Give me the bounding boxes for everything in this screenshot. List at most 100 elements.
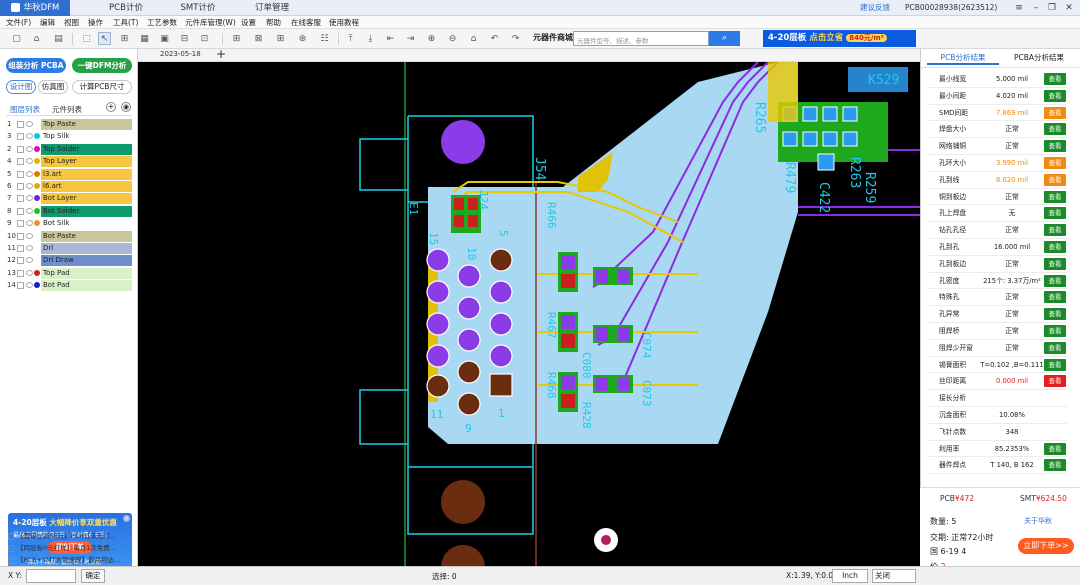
layer-row[interactable]: 8 Bot Solder	[6, 205, 132, 217]
unit-select[interactable]: Inch	[832, 569, 868, 583]
undo-icon[interactable]: ↶	[488, 32, 501, 45]
eye-icon[interactable]	[26, 158, 33, 165]
close-ad-icon[interactable]: ×	[123, 515, 130, 522]
measure-icon[interactable]: ⊞	[118, 32, 131, 45]
layer-checkbox[interactable]	[17, 269, 24, 277]
layer-checkbox[interactable]	[17, 170, 24, 178]
menu-help[interactable]: 帮助	[266, 16, 281, 29]
promo-item[interactable]: 【PCB+SMT大额返现】最高可达...	[8, 555, 132, 566]
pad-icon[interactable]: ⊞	[274, 32, 287, 45]
eye-icon[interactable]	[26, 257, 33, 264]
view-button[interactable]: 查看	[1044, 173, 1066, 186]
pcb-canvas[interactable]: J54 R479 R259 R263 C422 K529 R265 11 9 1…	[138, 61, 920, 585]
promo-item[interactable]: 【四层板0元打样】每月1次免费...	[8, 543, 132, 554]
zoom-in-icon[interactable]: ⊕	[425, 32, 438, 45]
layer-checkbox[interactable]	[17, 257, 24, 265]
menu-settings[interactable]: 设置	[241, 16, 256, 29]
about-link[interactable]: 关于华秋	[1024, 516, 1052, 526]
net-icon[interactable]: ⊠	[252, 32, 265, 45]
view-button[interactable]: 查看	[1044, 157, 1066, 169]
layer-row[interactable]: 2 Top Solder	[6, 143, 132, 155]
eye-icon[interactable]	[26, 145, 33, 152]
view-button[interactable]: 查看	[1044, 241, 1066, 253]
menu-view[interactable]: 视图	[64, 16, 79, 29]
move-right-icon[interactable]: ⇥	[404, 32, 417, 45]
layer-row[interactable]: 14 Bot Pad	[6, 279, 132, 292]
menu-icon[interactable]: ≡	[1013, 2, 1025, 14]
view-button[interactable]: 查看	[1044, 106, 1066, 119]
eye-icon[interactable]	[26, 207, 33, 214]
add-icon[interactable]: +	[106, 102, 116, 112]
view-button[interactable]: 查看	[1044, 459, 1066, 472]
eye-icon[interactable]	[26, 133, 33, 140]
tab-pcb-price[interactable]: PCB计价	[96, 0, 156, 16]
xy-input[interactable]	[26, 569, 76, 583]
tab-pcb-analysis[interactable]: PCB分析结果	[927, 51, 999, 65]
eye-icon[interactable]	[26, 269, 33, 276]
minimize-icon[interactable]: –	[1030, 2, 1042, 14]
new-file-icon[interactable]: ▢	[10, 32, 23, 45]
layer-checkbox[interactable]	[17, 158, 24, 166]
layer-row[interactable]: 10 Bot Paste	[6, 230, 132, 242]
view-button[interactable]: 查看	[1044, 89, 1066, 102]
view-button[interactable]: 查看	[1044, 123, 1066, 136]
tab-huaqiu-dfm[interactable]: 华秋DFM	[0, 0, 70, 16]
view-button[interactable]: 查看	[1044, 73, 1066, 85]
align-icon[interactable]: ⊡	[198, 32, 211, 45]
tab-calc-pcb-size[interactable]: 计算PCB尺寸	[72, 80, 132, 94]
tab-simulation[interactable]: 仿真图	[38, 80, 68, 94]
eye-icon[interactable]	[26, 183, 33, 189]
view-button[interactable]: 查看	[1044, 291, 1066, 304]
layer-checkbox[interactable]	[17, 195, 24, 203]
layer-checkbox[interactable]	[17, 232, 24, 240]
tab-component-list[interactable]: 元件列表	[52, 104, 82, 115]
menu-tutorial[interactable]: 使用教程	[329, 16, 359, 29]
print-icon[interactable]: ▤	[52, 32, 65, 45]
add-tab-icon[interactable]: +	[216, 47, 226, 61]
eye-icon[interactable]	[26, 282, 33, 289]
eye-icon[interactable]	[26, 170, 33, 177]
view-button[interactable]: 查看	[1044, 224, 1066, 237]
search-input[interactable]: 元器件型号、描述、参数	[573, 31, 709, 46]
menu-edit[interactable]: 编辑	[40, 16, 55, 29]
eye-icon[interactable]	[26, 245, 33, 251]
layer-row[interactable]: 6 l6.art	[6, 180, 132, 192]
view-button[interactable]: 查看	[1044, 140, 1066, 153]
layer-checkbox[interactable]	[17, 220, 24, 228]
tab-design[interactable]: 设计图	[6, 80, 36, 94]
ruler-icon[interactable]: ⊟	[178, 32, 191, 45]
order-now-button[interactable]: 立即下单>>	[1018, 538, 1074, 554]
tab-order-management[interactable]: 订单管理	[242, 0, 302, 16]
redo-icon[interactable]: ↷	[509, 32, 522, 45]
layer-row[interactable]: 5 l3.art	[6, 168, 132, 180]
layer-row[interactable]: 12 Drl Draw	[6, 254, 132, 267]
view-button[interactable]: 查看	[1044, 190, 1066, 203]
view-button[interactable]: 查看	[1044, 341, 1066, 354]
menu-component-library[interactable]: 元件库管理(W)	[185, 16, 236, 29]
view-button[interactable]: 查看	[1044, 207, 1066, 220]
move-up-icon[interactable]: ⤒	[344, 32, 357, 45]
confirm-button[interactable]: 确定	[81, 569, 105, 583]
view-button[interactable]: 查看	[1044, 257, 1066, 270]
close-icon[interactable]: ✕	[1063, 2, 1075, 14]
eye-icon[interactable]	[26, 232, 33, 239]
move-down-icon[interactable]: ⤓	[364, 32, 377, 45]
eye-icon[interactable]	[26, 121, 33, 127]
menu-operate[interactable]: 操作	[88, 16, 103, 29]
component-icon[interactable]: ⊞	[230, 32, 243, 45]
layer-checkbox[interactable]	[17, 282, 24, 290]
mode-select[interactable]: 关闭	[872, 569, 916, 583]
layer-row[interactable]: 7 Bot Layer	[6, 192, 132, 205]
pointer-icon[interactable]: ↖	[98, 32, 111, 45]
tab-pcb-quote[interactable]: PCB¥472	[940, 494, 974, 503]
pcba-analyze-button[interactable]: 组装分析 PCBA	[6, 58, 66, 73]
eye-icon[interactable]	[26, 195, 33, 202]
layer-row[interactable]: 9 Bot Silk	[6, 217, 132, 230]
menu-online-service[interactable]: 在线客服	[291, 16, 321, 29]
layer-row[interactable]: 1 Top Paste	[6, 118, 132, 130]
feedback-link[interactable]: 建议反馈	[860, 0, 890, 16]
select-rect-icon[interactable]: ⬚	[80, 32, 93, 45]
move-left-icon[interactable]: ⇤	[384, 32, 397, 45]
menu-file[interactable]: 文件(F)	[6, 16, 31, 29]
layer-row[interactable]: 4 Top Layer	[6, 155, 132, 168]
